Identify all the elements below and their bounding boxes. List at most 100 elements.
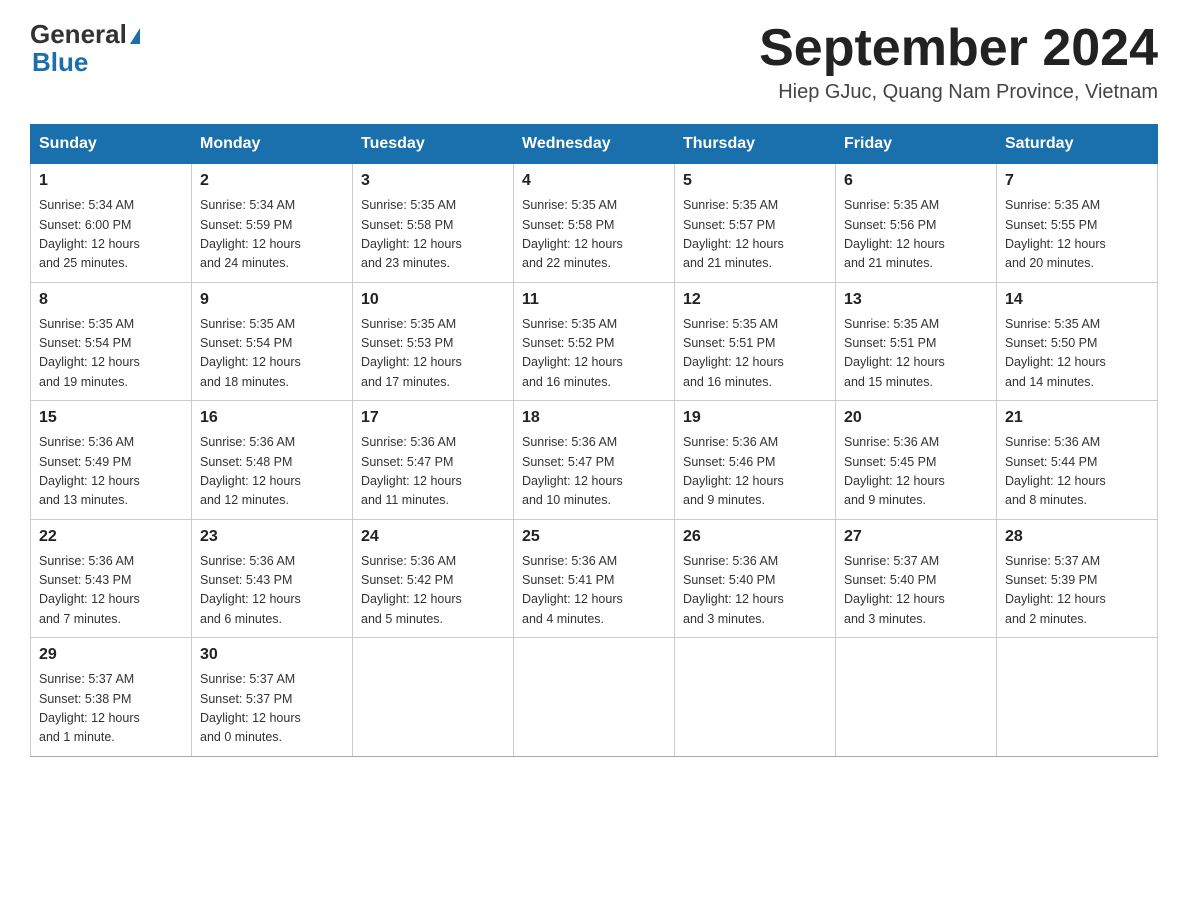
day-number: 21: [1005, 409, 1149, 427]
col-monday: Monday: [192, 125, 353, 164]
day-number: 25: [522, 528, 666, 546]
table-row: 6Sunrise: 5:35 AMSunset: 5:56 PMDaylight…: [836, 164, 997, 283]
table-row: 29Sunrise: 5:37 AMSunset: 5:38 PMDayligh…: [31, 638, 192, 757]
day-number: 19: [683, 409, 827, 427]
calendar-week-row: 1Sunrise: 5:34 AMSunset: 6:00 PMDaylight…: [31, 164, 1158, 283]
col-tuesday: Tuesday: [353, 125, 514, 164]
day-info: Sunrise: 5:36 AMSunset: 5:43 PMDaylight:…: [39, 552, 183, 630]
table-row: 9 Sunrise: 5:35 AMSunset: 5:54 PMDaylight…: [192, 282, 353, 401]
day-number: 13: [844, 291, 988, 309]
day-info: Sunrise: 5:36 AMSunset: 5:43 PMDaylight:…: [200, 552, 344, 630]
day-info: Sunrise: 5:35 AMSunset: 5:51 PMDaylight:…: [844, 315, 988, 393]
day-info: Sunrise: 5:35 AMSunset: 5:54 PMDaylight:…: [39, 315, 183, 393]
calendar-week-row: 29Sunrise: 5:37 AMSunset: 5:38 PMDayligh…: [31, 638, 1158, 757]
day-number: 18: [522, 409, 666, 427]
day-number: 10: [361, 291, 505, 309]
day-number: 2: [200, 172, 344, 190]
day-number: 14: [1005, 291, 1149, 309]
col-wednesday: Wednesday: [514, 125, 675, 164]
day-number: 11: [522, 291, 666, 309]
day-number: 16: [200, 409, 344, 427]
day-number: 7: [1005, 172, 1149, 190]
day-info: Sunrise: 5:34 AMSunset: 5:59 PMDaylight:…: [200, 196, 344, 274]
page-header: General Blue September 2024 Hiep GJuc, Q…: [30, 20, 1158, 104]
table-row: 26 Sunrise: 5:36 AMSunset: 5:40 PMDayligh…: [675, 519, 836, 638]
table-row: [836, 638, 997, 757]
day-number: 8: [39, 291, 183, 309]
calendar-header-row: Sunday Monday Tuesday Wednesday Thursday…: [31, 125, 1158, 164]
table-row: 24 Sunrise: 5:36 AMSunset: 5:42 PMDayligh…: [353, 519, 514, 638]
calendar-table: Sunday Monday Tuesday Wednesday Thursday…: [30, 124, 1158, 757]
location-text: Hiep GJuc, Quang Nam Province, Vietnam: [759, 81, 1158, 104]
day-number: 30: [200, 646, 344, 664]
table-row: 5 Sunrise: 5:35 AMSunset: 5:57 PMDaylight…: [675, 164, 836, 283]
day-number: 29: [39, 646, 183, 664]
day-info: Sunrise: 5:35 AMSunset: 5:53 PMDaylight:…: [361, 315, 505, 393]
day-number: 4: [522, 172, 666, 190]
day-number: 28: [1005, 528, 1149, 546]
calendar-week-row: 8 Sunrise: 5:35 AMSunset: 5:54 PMDaylight…: [31, 282, 1158, 401]
table-row: [514, 638, 675, 757]
table-row: 7 Sunrise: 5:35 AMSunset: 5:55 PMDaylight…: [997, 164, 1158, 283]
day-info: Sunrise: 5:35 AMSunset: 5:55 PMDaylight:…: [1005, 196, 1149, 274]
day-info: Sunrise: 5:36 AMSunset: 5:41 PMDaylight:…: [522, 552, 666, 630]
table-row: 25 Sunrise: 5:36 AMSunset: 5:41 PMDayligh…: [514, 519, 675, 638]
logo-area: General Blue: [30, 20, 140, 76]
day-info: Sunrise: 5:37 AMSunset: 5:39 PMDaylight:…: [1005, 552, 1149, 630]
table-row: 11 Sunrise: 5:35 AMSunset: 5:52 PMDayligh…: [514, 282, 675, 401]
day-info: Sunrise: 5:35 AMSunset: 5:58 PMDaylight:…: [522, 196, 666, 274]
table-row: 1Sunrise: 5:34 AMSunset: 6:00 PMDaylight…: [31, 164, 192, 283]
day-info: Sunrise: 5:35 AMSunset: 5:51 PMDaylight:…: [683, 315, 827, 393]
day-info: Sunrise: 5:36 AMSunset: 5:42 PMDaylight:…: [361, 552, 505, 630]
month-title: September 2024: [759, 20, 1158, 77]
calendar-week-row: 22 Sunrise: 5:36 AMSunset: 5:43 PMDayligh…: [31, 519, 1158, 638]
day-number: 23: [200, 528, 344, 546]
day-info: Sunrise: 5:37 AMSunset: 5:40 PMDaylight:…: [844, 552, 988, 630]
day-number: 3: [361, 172, 505, 190]
day-number: 5: [683, 172, 827, 190]
day-info: Sunrise: 5:35 AMSunset: 5:50 PMDaylight:…: [1005, 315, 1149, 393]
day-info: Sunrise: 5:36 AMSunset: 5:44 PMDaylight:…: [1005, 433, 1149, 511]
day-info: Sunrise: 5:35 AMSunset: 5:54 PMDaylight:…: [200, 315, 344, 393]
table-row: 17Sunrise: 5:36 AMSunset: 5:47 PMDayligh…: [353, 401, 514, 520]
day-info: Sunrise: 5:35 AMSunset: 5:56 PMDaylight:…: [844, 196, 988, 274]
day-info: Sunrise: 5:36 AMSunset: 5:40 PMDaylight:…: [683, 552, 827, 630]
day-info: Sunrise: 5:36 AMSunset: 5:47 PMDaylight:…: [522, 433, 666, 511]
day-info: Sunrise: 5:35 AMSunset: 5:57 PMDaylight:…: [683, 196, 827, 274]
day-number: 24: [361, 528, 505, 546]
table-row: 13 Sunrise: 5:35 AMSunset: 5:51 PMDayligh…: [836, 282, 997, 401]
day-number: 26: [683, 528, 827, 546]
table-row: 22 Sunrise: 5:36 AMSunset: 5:43 PMDayligh…: [31, 519, 192, 638]
day-info: Sunrise: 5:35 AMSunset: 5:58 PMDaylight:…: [361, 196, 505, 274]
table-row: 19 Sunrise: 5:36 AMSunset: 5:46 PMDayligh…: [675, 401, 836, 520]
table-row: [997, 638, 1158, 757]
table-row: 8 Sunrise: 5:35 AMSunset: 5:54 PMDaylight…: [31, 282, 192, 401]
col-saturday: Saturday: [997, 125, 1158, 164]
table-row: 16Sunrise: 5:36 AMSunset: 5:48 PMDayligh…: [192, 401, 353, 520]
table-row: 2 Sunrise: 5:34 AMSunset: 5:59 PMDaylight…: [192, 164, 353, 283]
logo-general: General: [30, 19, 127, 49]
day-number: 9: [200, 291, 344, 309]
table-row: 3 Sunrise: 5:35 AMSunset: 5:58 PMDaylight…: [353, 164, 514, 283]
day-number: 27: [844, 528, 988, 546]
table-row: 20Sunrise: 5:36 AMSunset: 5:45 PMDayligh…: [836, 401, 997, 520]
day-number: 22: [39, 528, 183, 546]
table-row: 30Sunrise: 5:37 AMSunset: 5:37 PMDayligh…: [192, 638, 353, 757]
day-info: Sunrise: 5:35 AMSunset: 5:52 PMDaylight:…: [522, 315, 666, 393]
day-number: 17: [361, 409, 505, 427]
table-row: 21 Sunrise: 5:36 AMSunset: 5:44 PMDayligh…: [997, 401, 1158, 520]
col-thursday: Thursday: [675, 125, 836, 164]
logo-blue: Blue: [32, 47, 88, 77]
day-number: 12: [683, 291, 827, 309]
table-row: 27 Sunrise: 5:37 AMSunset: 5:40 PMDayligh…: [836, 519, 997, 638]
table-row: [353, 638, 514, 757]
day-number: 1: [39, 172, 183, 190]
table-row: 23 Sunrise: 5:36 AMSunset: 5:43 PMDayligh…: [192, 519, 353, 638]
table-row: 15Sunrise: 5:36 AMSunset: 5:49 PMDayligh…: [31, 401, 192, 520]
day-info: Sunrise: 5:36 AMSunset: 5:45 PMDaylight:…: [844, 433, 988, 511]
day-info: Sunrise: 5:36 AMSunset: 5:46 PMDaylight:…: [683, 433, 827, 511]
table-row: 10 Sunrise: 5:35 AMSunset: 5:53 PMDayligh…: [353, 282, 514, 401]
table-row: 12 Sunrise: 5:35 AMSunset: 5:51 PMDayligh…: [675, 282, 836, 401]
table-row: 18 Sunrise: 5:36 AMSunset: 5:47 PMDayligh…: [514, 401, 675, 520]
col-friday: Friday: [836, 125, 997, 164]
